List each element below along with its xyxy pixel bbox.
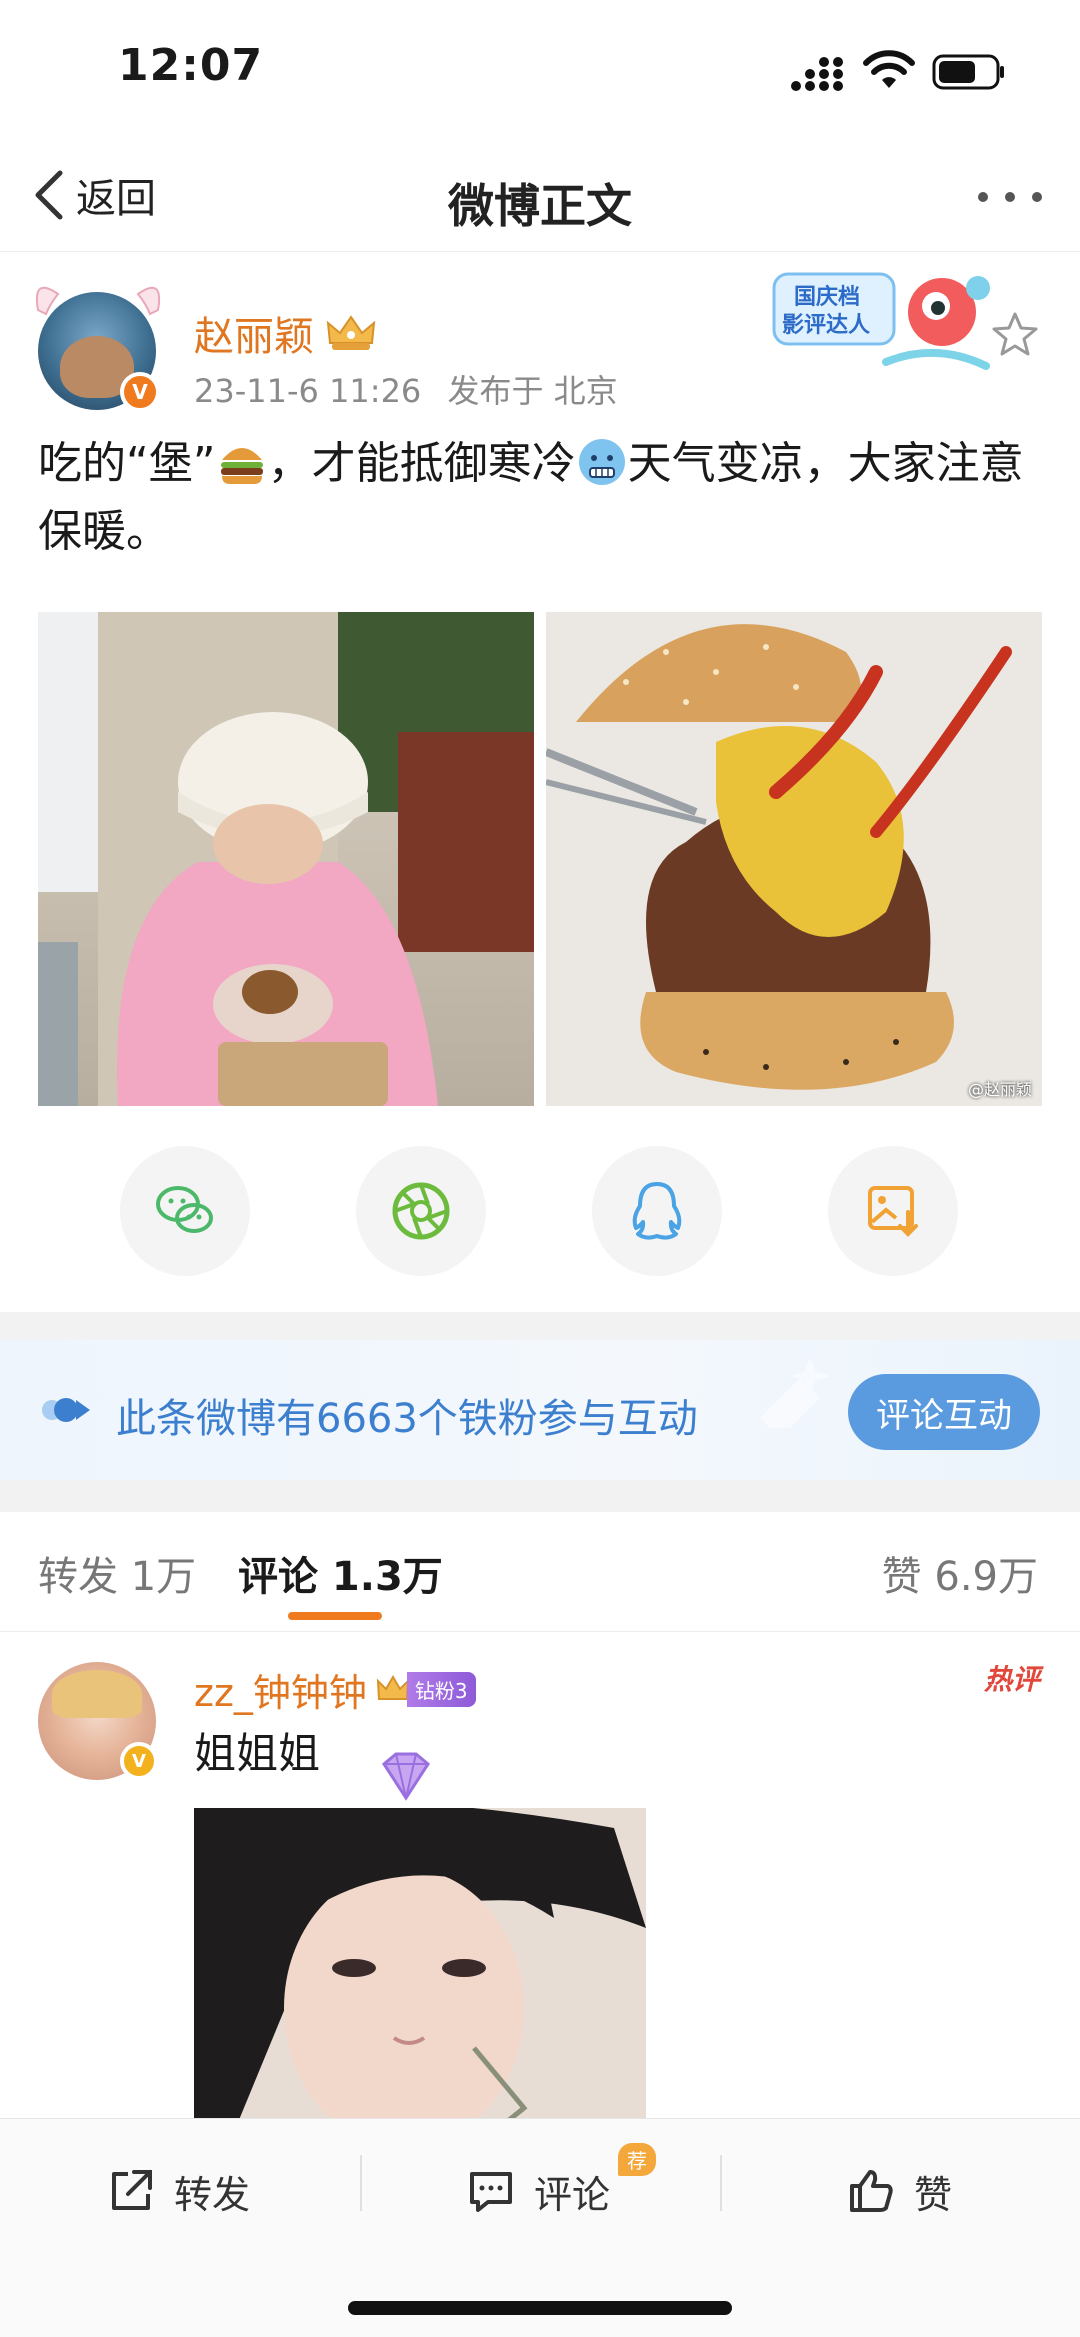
- repost-label: 转发: [174, 2172, 251, 2217]
- post-text-part-1: 吃的“堡”: [38, 438, 216, 489]
- photo-woman-eating-icon: [38, 612, 534, 1106]
- comment-image[interactable]: [194, 1808, 646, 2132]
- share-wechat-button[interactable]: [120, 1146, 250, 1276]
- comment-interaction-button[interactable]: 评论互动: [848, 1374, 1040, 1450]
- comment-icon: [470, 2172, 512, 2212]
- tab-repost[interactable]: 转发 1万: [38, 1544, 196, 1602]
- post-text: 吃的“堡” ，才能抵御寒冷 天气变凉，大家注意保暖。: [38, 430, 1048, 566]
- promo-badge-line-2: 影评达人: [782, 313, 870, 338]
- tab-comment[interactable]: 评论 1.3万: [238, 1544, 443, 1602]
- home-indicator[interactable]: [348, 2301, 732, 2315]
- promo-badge-icon[interactable]: 国庆档 影评达人: [766, 262, 996, 382]
- more-dot-icon: [1005, 192, 1015, 202]
- save-image-icon: [868, 1186, 918, 1237]
- separator: [360, 2155, 362, 2211]
- cold-face-emoji-icon: [578, 439, 625, 485]
- section-divider: [0, 1312, 1080, 1340]
- more-options-button[interactable]: [978, 182, 1042, 212]
- recommended-tag: 荐: [618, 2143, 656, 2176]
- thumbs-up-icon: [850, 2170, 893, 2212]
- author-avatar[interactable]: V: [38, 292, 160, 412]
- comment-button[interactable]: 评论: [466, 2161, 610, 2221]
- nav-bar: 返回 微博正文: [0, 140, 1080, 252]
- interaction-tabs: 转发 1万 评论 1.3万 赞 6.9万: [0, 1512, 1080, 1632]
- separator: [720, 2155, 722, 2211]
- post-photo-2[interactable]: @赵丽颖: [546, 612, 1042, 1106]
- verified-badge: V: [120, 372, 160, 412]
- comment-item[interactable]: V zz_钟钟钟 钻粉3 热评 姐姐姐: [0, 1632, 1080, 2132]
- fans-interaction-banner[interactable]: 此条微博有6663个铁粉参与互动 评论互动: [0, 1340, 1080, 1480]
- repost-icon: [112, 2170, 152, 2210]
- crown-icon: [326, 315, 376, 350]
- wechat-icon: [156, 1186, 213, 1233]
- post-photo-1[interactable]: [38, 612, 534, 1106]
- fan-level-badge: 钻粉3: [375, 1672, 476, 1708]
- wifi-icon: [863, 50, 915, 88]
- comment-portrait-icon: [194, 1808, 646, 2132]
- save-image-button[interactable]: [828, 1146, 958, 1276]
- comment-label: 评论: [534, 2172, 611, 2217]
- hot-comment-tag: 热评: [983, 1663, 1040, 1696]
- cellular-signal-icon: [791, 57, 843, 91]
- battery-icon: [932, 54, 1004, 90]
- page-title: 微博正文: [448, 179, 632, 233]
- post-meta: 23-11-6 11:26 发布于 北京: [194, 366, 618, 412]
- post-header: V 赵丽颖 23-11-6 11:26 发布于 北京 国庆档 影评达人: [0, 252, 1080, 422]
- crown-icon: [376, 1674, 410, 1700]
- status-bar: 12:07: [0, 0, 1080, 140]
- active-tab-indicator: [288, 1612, 382, 1620]
- fans-icon: [42, 1398, 90, 1422]
- more-dot-icon: [1032, 192, 1042, 202]
- status-time: 12:07: [118, 40, 264, 91]
- tab-like[interactable]: 赞 6.9万: [882, 1544, 1038, 1602]
- fans-banner-text: 此条微博有6663个铁粉参与互动: [116, 1396, 698, 1442]
- author-name-text: 赵丽颖: [194, 314, 314, 360]
- moments-icon: [392, 1182, 450, 1240]
- qq-icon: [632, 1182, 682, 1240]
- fan-level-text: 钻粉3: [406, 1672, 476, 1707]
- like-label: 赞: [914, 2172, 953, 2217]
- post-text-part-2: ，才能抵御寒冷: [267, 438, 576, 489]
- diamond-gem-icon: [382, 1752, 430, 1801]
- section-divider: [0, 1480, 1080, 1512]
- share-qq-button[interactable]: [592, 1146, 722, 1276]
- photo-burger-icon: [546, 612, 1042, 1106]
- share-moments-button[interactable]: [356, 1146, 486, 1276]
- photo-watermark: @赵丽颖: [967, 1080, 1032, 1099]
- commenter-name[interactable]: zz_钟钟钟 钻粉3: [194, 1662, 476, 1717]
- like-button[interactable]: 赞: [846, 2161, 952, 2221]
- author-name[interactable]: 赵丽颖: [194, 304, 378, 362]
- comment-text: 姐姐姐: [194, 1729, 321, 1778]
- more-dot-icon: [978, 192, 988, 202]
- post-timestamp: 23-11-6 11:26: [194, 372, 422, 410]
- post-location: 发布于 北京: [447, 372, 618, 410]
- sparkle-decoration-icon: [760, 1358, 830, 1428]
- star-icon[interactable]: [990, 310, 1040, 360]
- repost-button[interactable]: 转发: [106, 2161, 250, 2221]
- commenter-name-text: zz_钟钟钟: [194, 1671, 367, 1715]
- burger-emoji-icon: [220, 448, 263, 484]
- bottom-action-bar: 转发 评论 荐 赞: [0, 2118, 1080, 2337]
- promo-badge-line-1: 国庆档: [794, 284, 860, 310]
- share-row: [0, 1146, 1080, 1276]
- commenter-verified-badge: V: [120, 1742, 158, 1780]
